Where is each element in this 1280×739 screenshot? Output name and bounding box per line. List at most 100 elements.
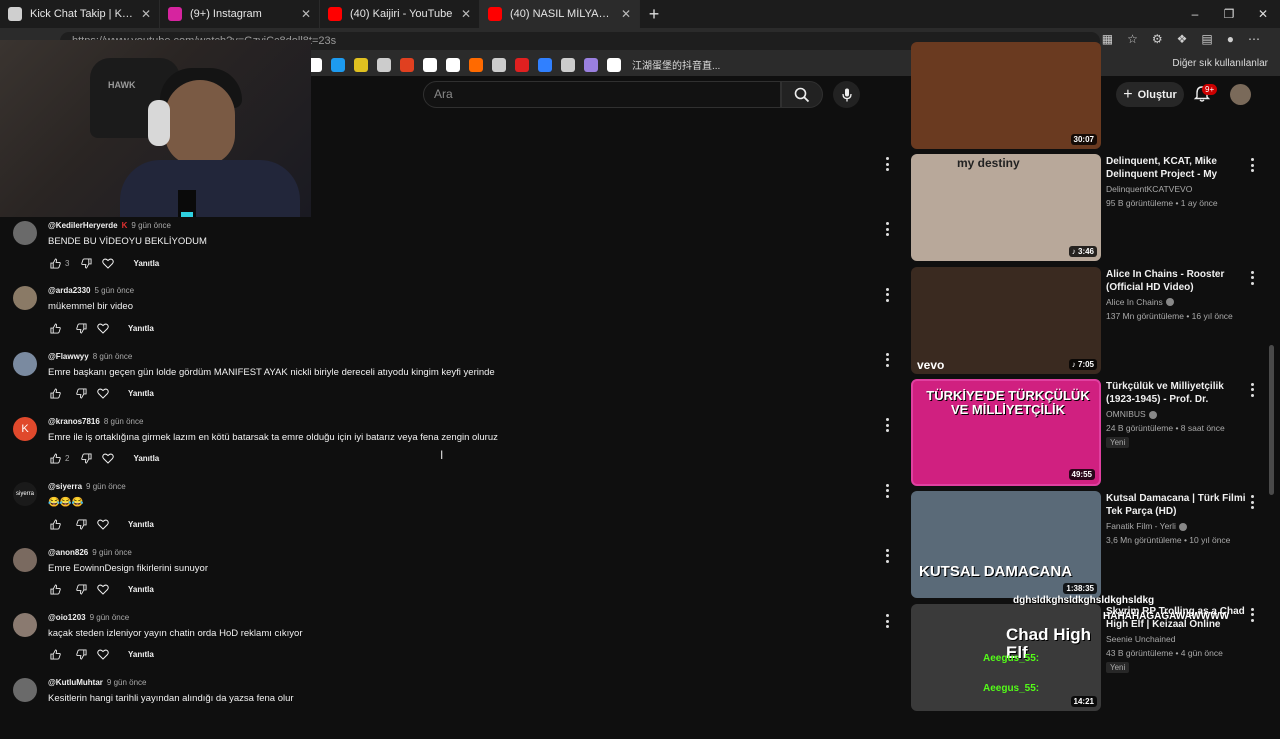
author-handle[interactable]: @kranos7816 [48, 417, 100, 426]
related-video-channel[interactable]: Fanatik Film - Yerli [1106, 521, 1187, 531]
channel-name[interactable]: Seenie Unchained [1106, 634, 1175, 644]
related-video-title[interactable]: Skyrim RP Trolling as a Chad High Elf | … [1106, 605, 1246, 631]
tab-close-icon[interactable]: ✕ [301, 7, 311, 21]
dislike-icon[interactable] [74, 648, 88, 662]
video-menu-icon[interactable] [1247, 158, 1257, 173]
commenter-avatar[interactable] [13, 351, 37, 376]
related-video-channel[interactable]: OMNIBUS [1106, 409, 1157, 419]
comment-author[interactable]: @Flawwyy 8 gün önce [48, 352, 132, 361]
video-menu-icon[interactable] [1247, 382, 1257, 397]
comment-menu-icon[interactable] [882, 418, 892, 433]
related-video-channel[interactable]: DelinquentKCATVEVO [1106, 184, 1192, 194]
comment-author[interactable]: @KutluMuhtar 9 gün önce [48, 678, 147, 687]
like-icon[interactable] [48, 583, 62, 597]
new-tab-button[interactable]: + [640, 4, 668, 25]
bookmark-favicon-icon[interactable] [423, 57, 437, 72]
search-input[interactable]: Ara [423, 81, 781, 108]
comment-author[interactable]: @kranos7816 8 gün önce [48, 417, 143, 426]
comment-menu-icon[interactable] [882, 352, 892, 367]
reply-button[interactable]: Yanıtla [133, 454, 159, 463]
bookmark-favicon-icon[interactable] [607, 57, 621, 72]
related-video-title[interactable]: Delinquent, KCAT, Mike Delinquent Projec… [1106, 155, 1246, 181]
commenter-avatar[interactable] [13, 612, 37, 637]
tab-close-icon[interactable]: ✕ [461, 7, 471, 21]
author-handle[interactable]: @oio1203 [48, 613, 86, 622]
bookmark-favicon-icon[interactable] [469, 57, 483, 72]
heart-icon[interactable] [96, 321, 110, 335]
related-video-title[interactable]: Türkçülük ve Milliyetçilik (1923-1945) -… [1106, 380, 1246, 406]
commenter-avatar[interactable] [13, 286, 37, 311]
like-icon[interactable] [48, 517, 62, 531]
related-video-card[interactable]: KUTSAL DAMACANA 1:38:35 Kutsal Damacana | … [911, 491, 1271, 599]
comment-timestamp[interactable]: 9 gün önce [90, 613, 130, 622]
heart-icon[interactable] [101, 256, 115, 270]
related-video-card[interactable]: 30:07 [911, 42, 1271, 149]
comment-author[interactable]: @siyerra 9 gün önce [48, 482, 126, 491]
comment-author[interactable]: @anon826 9 gün önce [48, 548, 132, 557]
bookmark-favicon-icon[interactable] [331, 57, 345, 72]
voice-search-button[interactable] [833, 81, 860, 108]
like-icon[interactable] [48, 256, 62, 270]
related-video-card[interactable]: TÜRKİYE'DE TÜRKÇÜLÜK VE MİLLİYETÇİLİK 49:… [911, 378, 1271, 486]
author-handle[interactable]: @anon826 [48, 548, 88, 557]
video-thumbnail[interactable]: 30:07 [911, 42, 1101, 149]
bookmark-favicon-icon[interactable] [561, 57, 575, 72]
comment-author[interactable]: @KedilerHeryerde K 9 gün önce [48, 221, 171, 230]
video-thumbnail[interactable]: Chad High Elf 14:21 [911, 603, 1101, 711]
comment-menu-icon[interactable] [882, 287, 892, 302]
heart-icon[interactable] [96, 517, 110, 531]
comment-timestamp[interactable]: 9 gün önce [92, 548, 132, 557]
author-handle[interactable]: @KutluMuhtar [48, 678, 103, 687]
bookmark-favicon-icon[interactable] [400, 57, 414, 72]
comment-author[interactable]: @oio1203 9 gün önce [48, 613, 129, 622]
related-video-title[interactable]: Alice In Chains - Rooster (Official HD V… [1106, 268, 1246, 294]
commenter-avatar[interactable]: siyerra [13, 482, 37, 507]
browser-tab[interactable]: (40) NASIL MİLYARDER OLUNUR? ✕ [480, 0, 640, 28]
tab-close-icon[interactable]: ✕ [621, 7, 631, 21]
bookmark-favicon-icon[interactable] [446, 57, 460, 72]
browser-tab[interactable]: Kick Chat Takip | KokoWich ✕ [0, 0, 160, 28]
dislike-icon[interactable] [74, 387, 88, 401]
related-video-card[interactable]: my destiny ♪ 3:46 Delinquent, KCAT, Mike D… [911, 154, 1271, 262]
video-thumbnail[interactable]: TÜRKİYE'DE TÜRKÇÜLÜK VE MİLLİYETÇİLİK 49:… [911, 378, 1101, 486]
heart-icon[interactable] [96, 583, 110, 597]
author-handle[interactable]: @Flawwyy [48, 352, 89, 361]
like-icon[interactable] [48, 452, 62, 466]
dislike-icon[interactable] [74, 321, 88, 335]
comment-menu-icon[interactable] [882, 614, 892, 629]
video-thumbnail[interactable]: KUTSAL DAMACANA 1:38:35 [911, 491, 1101, 599]
like-icon[interactable] [48, 321, 62, 335]
commenter-avatar[interactable] [13, 678, 37, 703]
minimize-icon[interactable]: – [1178, 0, 1212, 28]
comment-timestamp[interactable]: 5 gün önce [95, 286, 135, 295]
video-menu-icon[interactable] [1247, 270, 1257, 285]
bookmark-favicon-icon[interactable] [354, 57, 368, 72]
search-button[interactable] [781, 81, 823, 108]
dislike-icon[interactable] [74, 583, 88, 597]
reply-button[interactable]: Yanıtla [128, 650, 154, 659]
bookmark-favicon-icon[interactable] [492, 57, 506, 72]
comment-menu-icon[interactable] [882, 548, 892, 563]
video-thumbnail[interactable]: vevo ♪ 7:05 [911, 266, 1101, 374]
comment-timestamp[interactable]: 9 gün önce [107, 678, 147, 687]
commenter-avatar[interactable] [13, 221, 37, 245]
comment-author[interactable]: @arda2330 5 gün önce [48, 286, 134, 295]
comment-timestamp[interactable]: 9 gün önce [131, 221, 171, 230]
related-video-channel[interactable]: Seenie Unchained [1106, 634, 1175, 644]
heart-icon[interactable] [96, 648, 110, 662]
author-handle[interactable]: @arda2330 [48, 286, 91, 295]
comment-menu-icon[interactable] [882, 222, 892, 237]
bookmark-favicon-icon[interactable] [538, 57, 552, 72]
like-icon[interactable] [48, 648, 62, 662]
video-menu-icon[interactable] [1247, 495, 1257, 510]
tab-close-icon[interactable]: ✕ [141, 7, 151, 21]
dislike-icon[interactable] [74, 517, 88, 531]
comment-timestamp[interactable]: 9 gün önce [86, 482, 126, 491]
video-menu-icon[interactable] [1247, 607, 1257, 622]
video-thumbnail[interactable]: my destiny ♪ 3:46 [911, 154, 1101, 262]
reply-button[interactable]: Yanıtla [133, 259, 159, 268]
related-video-card[interactable]: Chad High Elf 14:21 Skyrim RP Trolling as … [911, 603, 1271, 711]
reply-button[interactable]: Yanıtla [128, 520, 154, 529]
bookmark-label[interactable]: 江湖蛋堡的抖音直... [632, 57, 720, 72]
related-video-title[interactable]: Kutsal Damacana | Türk Filmi Tek Parça (… [1106, 492, 1246, 518]
